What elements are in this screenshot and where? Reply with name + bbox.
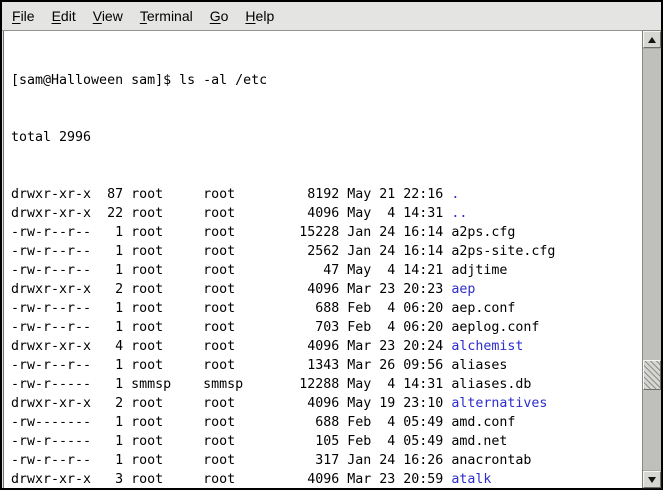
entry-meta: drwxr-xr-x 4 root root 4096 Mar 23 20:24: [11, 339, 451, 354]
file-entry-row: -rw-r--r-- 1 root root 1343 Mar 26 09:56…: [11, 356, 642, 375]
entry-filename: aep.conf: [451, 301, 515, 316]
entry-meta: drwxr-xr-x 2 root root 4096 May 19 23:10: [11, 396, 451, 411]
entry-meta: -rw-r----- 1 smmsp smmsp 12288 May 4 14:…: [11, 377, 451, 392]
entry-filename: amd.net: [451, 434, 507, 449]
file-entry-row: -rw-r--r-- 1 root root 15228 Jan 24 16:1…: [11, 223, 642, 242]
shell-prompt: [sam@Halloween sam]$: [11, 73, 179, 88]
file-entry-row: -rw-r--r-- 1 root root 2562 Jan 24 16:14…: [11, 242, 642, 261]
menu-view[interactable]: View: [93, 8, 123, 24]
entry-meta: -rw-r--r-- 1 root root 703 Feb 4 06:20: [11, 320, 451, 335]
entry-filename: alternatives: [451, 396, 547, 411]
entry-filename: .: [451, 187, 459, 202]
entry-filename: a2ps-site.cfg: [451, 244, 555, 259]
entry-filename: aep: [451, 282, 475, 297]
entry-meta: -rw-r--r-- 1 root root 317 Jan 24 16:26: [11, 453, 451, 468]
scrollbar: [642, 31, 661, 488]
entry-meta: -rw-r----- 1 root root 105 Feb 4 05:49: [11, 434, 451, 449]
entry-filename: alchemist: [451, 339, 523, 354]
menu-go[interactable]: Go: [210, 8, 229, 24]
menu-help[interactable]: Help: [245, 8, 274, 24]
entry-meta: -rw-r--r-- 1 root root 1343 Mar 26 09:56: [11, 358, 451, 373]
menubar: File Edit View Terminal Go Help: [2, 2, 661, 31]
file-entry-row: -rw-r----- 1 smmsp smmsp 12288 May 4 14:…: [11, 375, 642, 394]
entry-filename: amd.conf: [451, 415, 515, 430]
file-entry-row: -rw-r--r-- 1 root root 688 Feb 4 06:20 a…: [11, 299, 642, 318]
file-entry-row: -rw-r--r-- 1 root root 703 Feb 4 06:20 a…: [11, 318, 642, 337]
file-entry-row: -rw-r--r-- 1 root root 317 Jan 24 16:26 …: [11, 451, 642, 470]
entry-filename: a2ps.cfg: [451, 225, 515, 240]
shell-command: ls -al /etc: [179, 73, 267, 88]
triangle-up-icon: [648, 37, 656, 43]
prompt-line: [sam@Halloween sam]$ ls -al /etc: [11, 71, 642, 90]
terminal-content: [sam@Halloween sam]$ ls -al /etc total 2…: [2, 31, 661, 488]
entry-meta: -rw-r--r-- 1 root root 688 Feb 4 06:20: [11, 301, 451, 316]
file-entry-row: drwxr-xr-x 3 root root 4096 Mar 23 20:59…: [11, 470, 642, 488]
total-line: total 2996: [11, 128, 642, 147]
scrollbar-thumb[interactable]: [643, 360, 661, 390]
entry-filename: adjtime: [451, 263, 507, 278]
file-entry-row: -rw-r----- 1 root root 105 Feb 4 05:49 a…: [11, 432, 642, 451]
entry-filename: aeplog.conf: [451, 320, 539, 335]
file-entry-row: drwxr-xr-x 2 root root 4096 Mar 23 20:23…: [11, 280, 642, 299]
entry-filename: anacrontab: [451, 453, 531, 468]
entry-meta: drwxr-xr-x 22 root root 4096 May 4 14:31: [11, 206, 451, 221]
triangle-down-icon: [648, 477, 656, 483]
entry-filename: ..: [451, 206, 467, 221]
file-entry-row: -rw------- 1 root root 688 Feb 4 05:49 a…: [11, 413, 642, 432]
terminal-window: File Edit View Terminal Go Help [sam@Hallowee…: [0, 0, 663, 490]
file-entry-row: drwxr-xr-x 4 root root 4096 Mar 23 20:24…: [11, 337, 642, 356]
entry-meta: -rw-r--r-- 1 root root 2562 Jan 24 16:14: [11, 244, 451, 259]
entry-meta: -rw-r--r-- 1 root root 15228 Jan 24 16:1…: [11, 225, 451, 240]
entry-filename: aliases.db: [451, 377, 531, 392]
entry-meta: drwxr-xr-x 87 root root 8192 May 21 22:1…: [11, 187, 451, 202]
menu-file[interactable]: File: [12, 8, 35, 24]
terminal-screen[interactable]: [sam@Halloween sam]$ ls -al /etc total 2…: [3, 31, 642, 488]
scrollbar-track[interactable]: [643, 48, 661, 471]
entry-meta: drwxr-xr-x 3 root root 4096 Mar 23 20:59: [11, 472, 451, 487]
scroll-down-button[interactable]: [643, 471, 661, 488]
entry-meta: drwxr-xr-x 2 root root 4096 Mar 23 20:23: [11, 282, 451, 297]
file-entry-row: -rw-r--r-- 1 root root 47 May 4 14:21 ad…: [11, 261, 642, 280]
entry-meta: -rw-r--r-- 1 root root 47 May 4 14:21: [11, 263, 451, 278]
entry-meta: -rw------- 1 root root 688 Feb 4 05:49: [11, 415, 451, 430]
file-entry-row: drwxr-xr-x 2 root root 4096 May 19 23:10…: [11, 394, 642, 413]
entry-filename: atalk: [451, 472, 491, 487]
entry-filename: aliases: [451, 358, 507, 373]
file-entry-row: drwxr-xr-x 87 root root 8192 May 21 22:1…: [11, 185, 642, 204]
scroll-up-button[interactable]: [643, 31, 661, 48]
file-entry-row: drwxr-xr-x 22 root root 4096 May 4 14:31…: [11, 204, 642, 223]
menu-edit[interactable]: Edit: [52, 8, 76, 24]
menu-terminal[interactable]: Terminal: [140, 8, 193, 24]
